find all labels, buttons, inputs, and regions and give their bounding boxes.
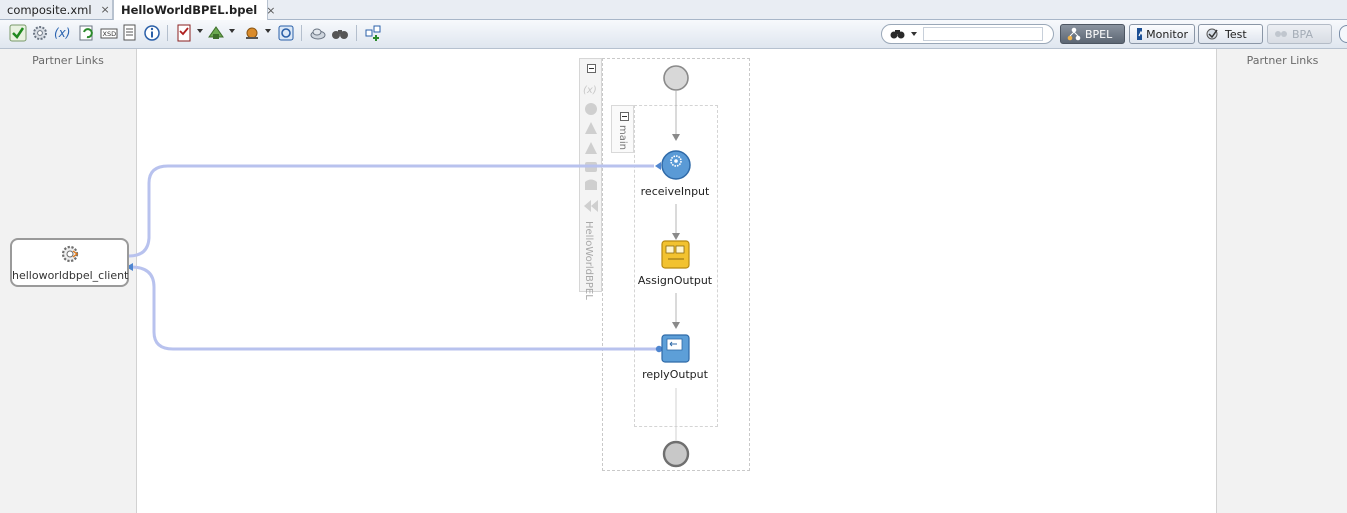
invoke-connector [128,164,654,258]
connector-dot [655,345,663,353]
receive-activity-icon [661,150,691,180]
arrow-icon [672,134,680,141]
start-node [663,65,689,91]
flow-canvas [124,65,691,468]
activity-label-receive[interactable]: receiveInput [625,185,725,198]
arrow-icon [655,162,661,170]
activity-label-assign[interactable]: AssignOutput [625,274,725,287]
activity-label-reply[interactable]: replyOutput [625,368,725,381]
arrow-icon [672,233,680,240]
reply-connector [130,265,659,351]
assign-activity-icon [661,240,690,269]
partner-link-label: helloworldbpel_client [12,269,129,282]
arrow-icon [672,322,680,329]
end-node [662,440,690,468]
reply-activity-icon [661,334,690,363]
gear-icon [61,245,79,263]
partner-link-client[interactable]: helloworldbpel_client [10,238,129,287]
